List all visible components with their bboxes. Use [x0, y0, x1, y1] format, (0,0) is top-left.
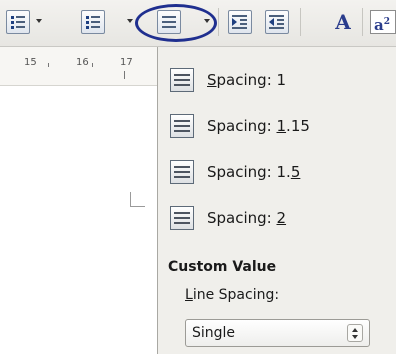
ruler-tick — [48, 63, 49, 67]
spacing-1-option[interactable]: Spacing: 1 — [158, 59, 396, 101]
spacing-1-5-label: Spacing: 1.5 — [207, 163, 301, 181]
numbering-dropdown-arrow-icon[interactable] — [36, 19, 42, 23]
font-color-icon[interactable]: A — [331, 10, 355, 34]
toolbar-separator — [218, 8, 219, 36]
toolbar-separator-3 — [362, 8, 363, 36]
highlight-circle — [135, 4, 217, 42]
superscript-icon[interactable]: a2 — [370, 10, 396, 34]
spacing-1-label: Spacing: 1 — [207, 71, 287, 89]
line-spacing-icon — [170, 206, 194, 230]
superscript-exponent: 2 — [383, 17, 390, 27]
line-spacing-icon — [170, 160, 194, 184]
spacing-2-option[interactable]: Spacing: 2 — [158, 197, 396, 239]
line-spacing-select[interactable]: Single — [185, 319, 370, 347]
spacing-2-label: Spacing: 2 — [207, 209, 287, 227]
superscript-base: a — [374, 16, 384, 34]
ruler-tick — [92, 63, 93, 67]
numbering-list-icon[interactable] — [6, 10, 30, 34]
right-margin-marker-icon[interactable] — [124, 71, 125, 79]
spacing-1-15-label: Spacing: 1.15 — [207, 117, 310, 135]
horizontal-ruler[interactable]: 15 16 17 — [0, 47, 158, 86]
increase-indent-icon[interactable] — [228, 10, 252, 34]
formatting-toolbar: A a2 — [0, 0, 396, 47]
line-spacing-icon — [170, 68, 194, 92]
bullet-list-icon[interactable] — [81, 10, 105, 34]
decrease-indent-icon[interactable] — [265, 10, 289, 34]
custom-value-heading: Custom Value — [168, 259, 277, 275]
toolbar-separator-2 — [300, 8, 301, 36]
line-spacing-icon — [170, 114, 194, 138]
spacing-1-15-option[interactable]: Spacing: 1.15 — [158, 105, 396, 147]
line-spacing-dropdown: Spacing: 1 Spacing: 1.15 Spacing: 1.5 Sp… — [157, 47, 396, 354]
ruler-label-17: 17 — [120, 57, 133, 68]
ruler-label-16: 16 — [76, 57, 89, 68]
document-page[interactable] — [0, 86, 158, 354]
page-corner-mark — [130, 192, 145, 207]
line-spacing-value: Single — [192, 325, 236, 341]
spin-arrows-icon[interactable] — [347, 324, 363, 342]
spacing-1-5-option[interactable]: Spacing: 1.5 — [158, 151, 396, 193]
ruler-label-15: 15 — [24, 57, 37, 68]
bullet-dropdown-arrow-icon[interactable] — [127, 19, 133, 23]
line-spacing-label: Line Spacing: — [185, 287, 280, 303]
